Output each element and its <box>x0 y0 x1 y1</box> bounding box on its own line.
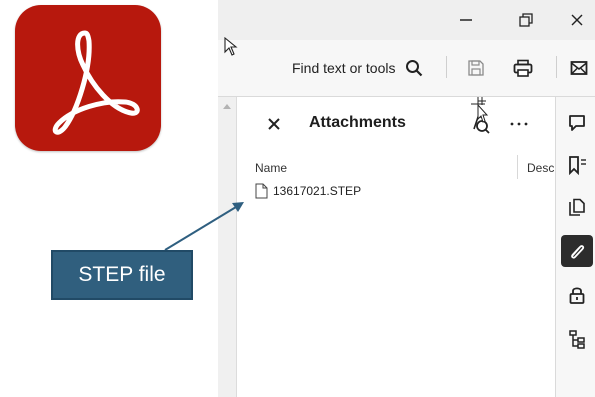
callout-arrow <box>164 202 244 251</box>
move-cursor-icon <box>471 97 489 123</box>
step-file-callout: STEP file <box>51 250 193 300</box>
